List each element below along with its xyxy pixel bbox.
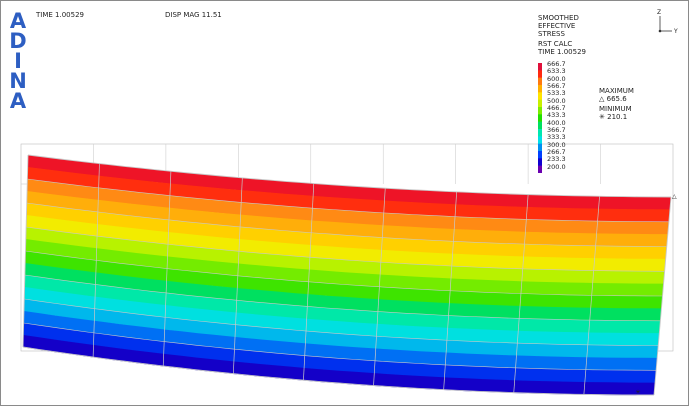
stress-band-fill [23,155,671,396]
legend-color-swatch [538,107,542,115]
legend-color-swatch [538,77,542,86]
band-plot-title: SMOOTHED EFFECTIVE STRESS RST CALC TIME … [538,14,618,56]
legend-color-swatch [538,85,542,93]
legend-color-swatch [538,121,542,130]
band-title-line: STRESS [538,30,565,38]
maximum-label: MAXIMUM [599,87,634,95]
legend-level: 200.0 [547,162,566,171]
max-location-marker-icon: △ [672,193,677,200]
band-legend-labels: 666.7 633.3 600.0 566.7 533.3 500.0 466.… [547,60,566,171]
axis-triad [658,16,672,33]
legend-color-swatch [538,99,542,108]
logo-letter: D [9,29,27,53]
legend-color-swatch [538,92,542,100]
axis-y-label: Y [673,28,678,35]
band-legend-colorbar [538,63,542,173]
band-title-line: RST CALC [538,40,573,48]
logo-letter: N [9,69,27,93]
time-label: TIME 1.00529 [36,11,84,19]
logo-letter: A [9,9,27,33]
legend-color-swatch [538,143,542,152]
adina-logo: A D I N A [7,9,29,113]
disp-mag-label: DISP MAG 11.51 [165,11,222,19]
band-title-line: TIME 1.00529 [538,48,586,56]
legend-color-swatch [538,114,542,122]
min-location-marker-icon: ✳ [635,389,640,396]
minimum-marker-icon: ✳ [599,113,605,121]
legend-color-swatch [538,158,542,166]
max-min-readout: MAXIMUM △ 665.6 MINIMUM ✳ 210.1 [599,87,634,121]
maximum-value: 665.6 [606,95,627,103]
band-title-line: EFFECTIVE [538,22,576,30]
legend-color-swatch [538,63,542,71]
legend-color-swatch [538,151,542,159]
logo-letter: A [9,89,27,113]
band-title-line: SMOOTHED [538,14,579,22]
deformed-mesh-plot[interactable]: △ ✳ Z Y [1,1,688,405]
minimum-label: MINIMUM [599,105,632,113]
maximum-marker-icon: △ [599,95,605,103]
legend-color-swatch [538,70,542,78]
legend-color-swatch [538,129,542,137]
axis-z-label: Z [657,9,661,16]
logo-letter: I [14,49,22,73]
legend-color-swatch [538,165,542,173]
graphics-viewport[interactable]: △ ✳ Z Y A D I N A TIME 1.00529 DISP MAG 1… [0,0,689,406]
legend-color-swatch [538,136,542,144]
minimum-value: 210.1 [607,113,628,121]
